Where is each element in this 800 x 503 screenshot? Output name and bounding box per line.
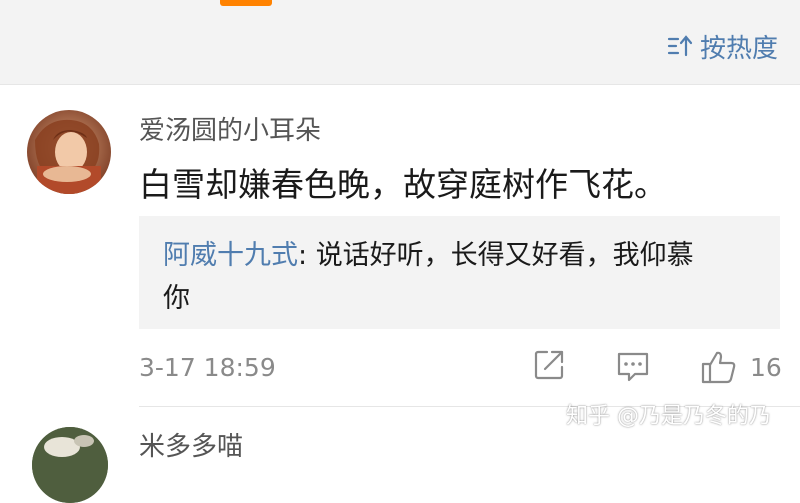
- repost-button[interactable]: [532, 348, 566, 382]
- top-bar: 按热度: [0, 0, 800, 84]
- active-tab-indicator: [220, 0, 272, 6]
- like-count: 16: [750, 353, 782, 382]
- repost-icon: [534, 350, 564, 380]
- comment-text: 白雪却嫌春色晚，故穿庭树作飞花。: [139, 165, 667, 204]
- avatar-image: [32, 427, 108, 503]
- comment-username[interactable]: 爱汤圆的小耳朵: [139, 110, 321, 147]
- watermark: 知乎 @乃是乃冬的乃: [566, 404, 771, 429]
- sort-icon: [667, 35, 693, 57]
- comment-timestamp: 3-17 18:59: [139, 353, 276, 382]
- sort-label: 按热度: [699, 33, 778, 64]
- reply-author-link[interactable]: 阿威十九式: [163, 240, 298, 271]
- like-button[interactable]: [700, 348, 738, 386]
- reply-line-2: 你: [163, 283, 190, 314]
- avatar[interactable]: [27, 110, 111, 194]
- avatar[interactable]: [32, 427, 108, 503]
- reply-line-1: 阿威十九式: 说话好听，长得又好看，我仰慕: [163, 234, 758, 277]
- reply-preview[interactable]: 阿威十九式: 说话好听，长得又好看，我仰慕 你: [139, 216, 780, 329]
- divider: [0, 84, 800, 85]
- reply-separator: :: [298, 240, 316, 271]
- comment-button[interactable]: [615, 348, 651, 384]
- comment-icon: [617, 352, 649, 382]
- avatar-image: [27, 110, 111, 194]
- sort-by-hot-button[interactable]: 按热度: [666, 28, 778, 64]
- next-comment-username[interactable]: 米多多喵: [139, 426, 243, 463]
- reply-text: 说话好听，长得又好看，我仰慕: [315, 240, 694, 271]
- like-icon: [701, 351, 736, 384]
